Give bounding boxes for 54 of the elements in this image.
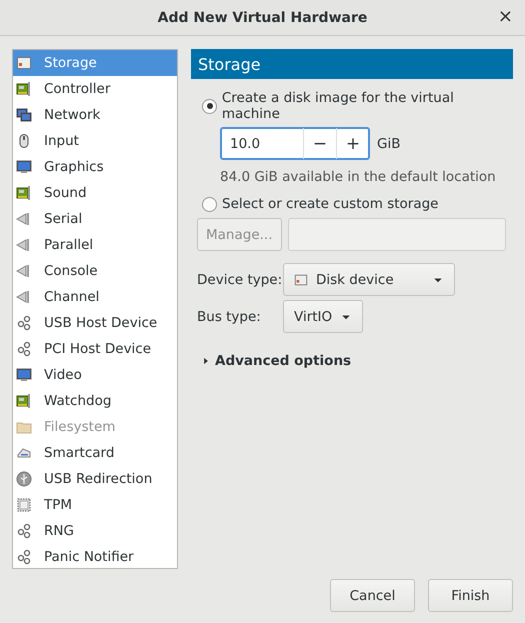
advanced-options-expander[interactable]: Advanced options: [201, 353, 513, 369]
field-label: Device type:: [197, 272, 283, 288]
close-button[interactable]: ×: [494, 8, 517, 26]
device-type-dropdown[interactable]: Disk device: [283, 263, 455, 296]
increment-button[interactable]: +: [336, 128, 369, 159]
size-spin-field[interactable]: 10.0 − +: [220, 127, 370, 160]
hardware-item[interactable]: Input: [13, 128, 177, 154]
field-label: Bus type:: [197, 308, 262, 324]
unit-label: GiB: [377, 136, 400, 152]
dialog-button[interactable]: Finish: [428, 579, 513, 612]
hardware-item[interactable]: PCI Host Device: [13, 336, 177, 362]
hardware-item[interactable]: USB Redirection: [13, 466, 177, 492]
hardware-item[interactable]: Watchdog: [13, 388, 177, 414]
monitor-icon: [16, 367, 32, 383]
monitor-icon: [16, 159, 32, 175]
plug-icon: [16, 211, 32, 227]
network-icon: [16, 107, 32, 123]
chip-icon: [16, 497, 32, 513]
card-icon: [16, 185, 32, 201]
hardware-item[interactable]: Channel: [13, 284, 177, 310]
hardware-item[interactable]: Serial: [13, 206, 177, 232]
radio-label[interactable]: Select or create custom storage: [222, 196, 438, 212]
hardware-item[interactable]: Parallel: [13, 232, 177, 258]
hardware-item[interactable]: Panic Notifier: [13, 544, 177, 570]
plug-icon: [16, 289, 32, 305]
dialog-button[interactable]: Cancel: [330, 579, 415, 612]
section-header: Storage: [191, 49, 513, 79]
window-title: Add New Virtual Hardware: [158, 10, 368, 26]
plug-icon: [16, 237, 32, 253]
hardware-item[interactable]: Console: [13, 258, 177, 284]
hardware-item[interactable]: Sound: [13, 180, 177, 206]
gears-icon: [16, 341, 32, 357]
gears-icon: [16, 549, 32, 565]
gears-icon: [16, 523, 32, 539]
available-space-text: 84.0 GiB available in the default location: [220, 169, 497, 185]
hardware-item[interactable]: Video: [13, 362, 177, 388]
hardware-item[interactable]: RNG: [13, 518, 177, 544]
usb-icon: [16, 471, 32, 487]
hardware-item[interactable]: TPM: [13, 492, 177, 518]
card-icon: [16, 393, 32, 409]
gears-icon: [16, 315, 32, 331]
radio-button[interactable]: [202, 98, 217, 114]
hardware-item[interactable]: Graphics: [13, 154, 177, 180]
plug-icon: [16, 263, 32, 279]
bus-type-dropdown[interactable]: VirtIO: [283, 300, 364, 333]
hardware-item[interactable]: Smartcard: [13, 440, 177, 466]
hardware-item[interactable]: Network: [13, 102, 177, 128]
decrement-button[interactable]: −: [303, 128, 336, 159]
card-icon: [16, 81, 32, 97]
hardware-item[interactable]: USB Host Device: [13, 310, 177, 336]
hardware-item[interactable]: Controller: [13, 76, 177, 102]
storage-path-field[interactable]: [288, 218, 506, 251]
radio-button[interactable]: [202, 196, 217, 212]
radio-label[interactable]: Create a disk image for the virtual machine: [222, 90, 513, 122]
